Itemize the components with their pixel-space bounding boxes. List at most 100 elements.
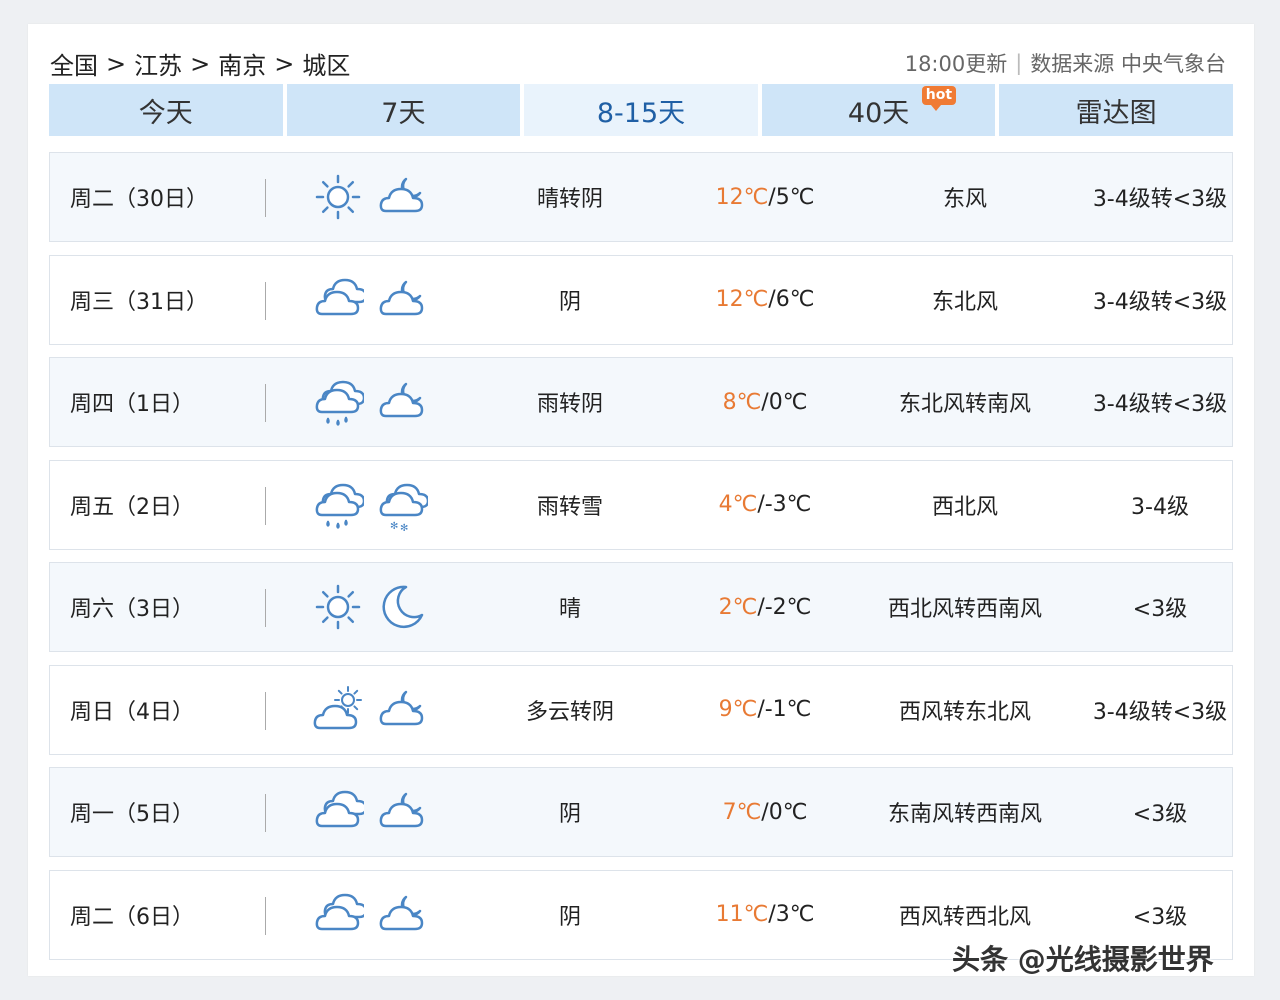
weather-condition: 阴 xyxy=(558,802,581,827)
breadcrumb-item-province[interactable]: 江苏 xyxy=(134,46,182,81)
wind-level: 3-4级 xyxy=(1131,494,1189,520)
cloudy-night-icon xyxy=(379,382,424,418)
wind-direction: 东北风转南风 xyxy=(898,392,1031,417)
tab-label: 今天 xyxy=(138,97,193,129)
weather-condition: 阴 xyxy=(558,904,581,930)
temp-low: /5℃ xyxy=(768,184,815,210)
temp-low: /0℃ xyxy=(761,389,808,415)
wind-level: 3-4级转<3级 xyxy=(1092,289,1228,315)
cloudy-night-icon xyxy=(379,177,424,213)
wind-level: 3-4级转<3级 xyxy=(1092,699,1228,725)
rain-icon xyxy=(315,483,364,529)
temp-high: 8℃ xyxy=(722,389,762,415)
forecast-day: 周五（2日） xyxy=(70,494,194,520)
temperature: 11℃/3℃ xyxy=(660,871,870,959)
tab-8-15-days[interactable]: 8-15天 xyxy=(524,84,758,136)
tab-radar[interactable]: 雷达图 xyxy=(999,84,1233,136)
overcast-icon xyxy=(315,893,364,930)
forecast-row[interactable]: 周日（4日） 多云转阴 9℃/-1℃ 西风转东北风 3-4级转<3级 xyxy=(49,664,1233,755)
temperature: 12℃/6℃ xyxy=(660,256,870,344)
hot-badge: hot xyxy=(921,86,957,111)
tab-40-days[interactable]: 40天 hot xyxy=(761,84,996,136)
wind-level: <3级 xyxy=(1132,597,1188,622)
moon-icon xyxy=(382,585,424,629)
forecast-day: 周三（31日） xyxy=(70,289,208,315)
cloudy-night-icon xyxy=(379,792,424,828)
forecast-day: 周四（1日） xyxy=(70,392,194,417)
temp-low: /0℃ xyxy=(761,799,808,825)
header-bar: 全国 > 江苏 > 南京 > 城区 18:00更新 | 数据来源 中央气象台 xyxy=(50,44,1226,84)
temperature: 2℃/-2℃ xyxy=(660,563,870,651)
meta-divider: | xyxy=(1015,51,1023,75)
weather-condition: 雨转阴 xyxy=(536,392,603,417)
breadcrumb-separator: > xyxy=(106,49,127,78)
sunny-icon xyxy=(315,174,361,220)
forecast-row[interactable]: 周一（5日） 阴 7℃/0℃ 东南风转西南风 <3级 xyxy=(49,767,1233,857)
wind-level: 3-4级转<3级 xyxy=(1092,392,1228,417)
cloudy-night-icon xyxy=(379,690,424,725)
weather-icons xyxy=(312,153,442,241)
row-divider xyxy=(265,896,266,935)
update-meta: 18:00更新 | 数据来源 中央气象台 xyxy=(905,48,1226,78)
breadcrumb-separator: > xyxy=(274,49,295,78)
row-divider xyxy=(265,486,266,525)
partly-cloudy-icon xyxy=(313,685,362,729)
tab-label: 40天 xyxy=(847,97,910,129)
breadcrumb-separator: > xyxy=(190,49,211,78)
cloudy-night-icon xyxy=(379,895,424,930)
wind-direction: 东风 xyxy=(942,187,987,212)
weather-condition: 晴转阴 xyxy=(536,187,603,212)
forecast-row[interactable]: 周二（30日） 晴转阴 12℃/5℃ 东风 3-4级转<3级 xyxy=(49,152,1233,242)
weather-card: 全国 > 江苏 > 南京 > 城区 18:00更新 | 数据来源 中央气象台 今… xyxy=(28,24,1254,976)
temperature: 8℃/0℃ xyxy=(660,358,870,446)
row-divider xyxy=(265,691,266,730)
row-divider xyxy=(265,794,266,832)
wind-direction: 西北风 xyxy=(931,494,998,520)
forecast-day: 周二（30日） xyxy=(70,187,208,212)
temp-low: /3℃ xyxy=(768,902,815,927)
forecast-row[interactable]: 周五（2日） ✻ ✻ 雨转雪 4℃/-3℃ 西北风 3-4级 xyxy=(49,459,1233,550)
row-divider xyxy=(265,281,266,320)
temp-high: 11℃ xyxy=(715,902,769,927)
breadcrumb-item-country[interactable]: 全国 xyxy=(50,46,98,81)
weather-icons xyxy=(312,256,442,344)
tab-label: 8-15天 xyxy=(596,97,686,129)
weather-icons xyxy=(312,358,442,446)
forecast-row[interactable]: 周六（3日） 晴 2℃/-2℃ 西北风转西南风 <3级 xyxy=(49,562,1233,652)
rain-icon xyxy=(315,380,364,426)
overcast-icon xyxy=(315,278,364,315)
breadcrumb-item-city[interactable]: 南京 xyxy=(218,46,266,81)
forecast-row[interactable]: 周四（1日） 雨转阴 8℃/0℃ 东北风转南风 3-4级转<3级 xyxy=(49,357,1233,447)
weather-icons xyxy=(312,768,442,856)
forecast-row[interactable]: 周三（31日） 阴 12℃/6℃ 东北风 3-4级转<3级 xyxy=(49,254,1233,345)
wind-level: <3级 xyxy=(1132,802,1188,827)
weather-condition: 晴 xyxy=(558,597,581,622)
temp-high: 2℃ xyxy=(718,594,758,620)
temp-high: 12℃ xyxy=(715,287,769,312)
weather-icons xyxy=(312,563,442,651)
row-divider xyxy=(265,179,266,217)
breadcrumb-item-district: 城区 xyxy=(302,52,351,80)
weather-icons xyxy=(312,871,442,959)
forecast-day: 周六（3日） xyxy=(70,597,194,622)
tab-7-days[interactable]: 7天 xyxy=(286,84,521,136)
forecast-list: 周二（30日） 晴转阴 12℃/5℃ 东风 3-4级转<3级 周三（31日） 阴… xyxy=(49,152,1233,972)
temperature: 7℃/0℃ xyxy=(660,768,870,856)
temp-high: 4℃ xyxy=(718,492,758,517)
cloudy-night-icon xyxy=(379,280,424,315)
forecast-day: 周二（6日） xyxy=(70,904,194,930)
forecast-day: 周一（5日） xyxy=(70,802,194,827)
temp-low: /-2℃ xyxy=(757,594,812,620)
wind-level: 3-4级转<3级 xyxy=(1092,187,1228,212)
tab-today[interactable]: 今天 xyxy=(49,84,283,136)
tab-label: 7天 xyxy=(381,97,426,129)
overcast-icon xyxy=(315,790,364,828)
sunny-icon xyxy=(315,584,361,630)
wind-direction: 西风转东北风 xyxy=(898,699,1031,725)
snow-icon: ✻ ✻ xyxy=(379,483,428,531)
forecast-day: 周日（4日） xyxy=(70,699,194,725)
svg-text:✻: ✻ xyxy=(390,521,398,531)
temperature: 9℃/-1℃ xyxy=(660,666,870,754)
weather-condition: 阴 xyxy=(558,289,581,315)
wind-direction: 东南风转西南风 xyxy=(887,802,1042,827)
